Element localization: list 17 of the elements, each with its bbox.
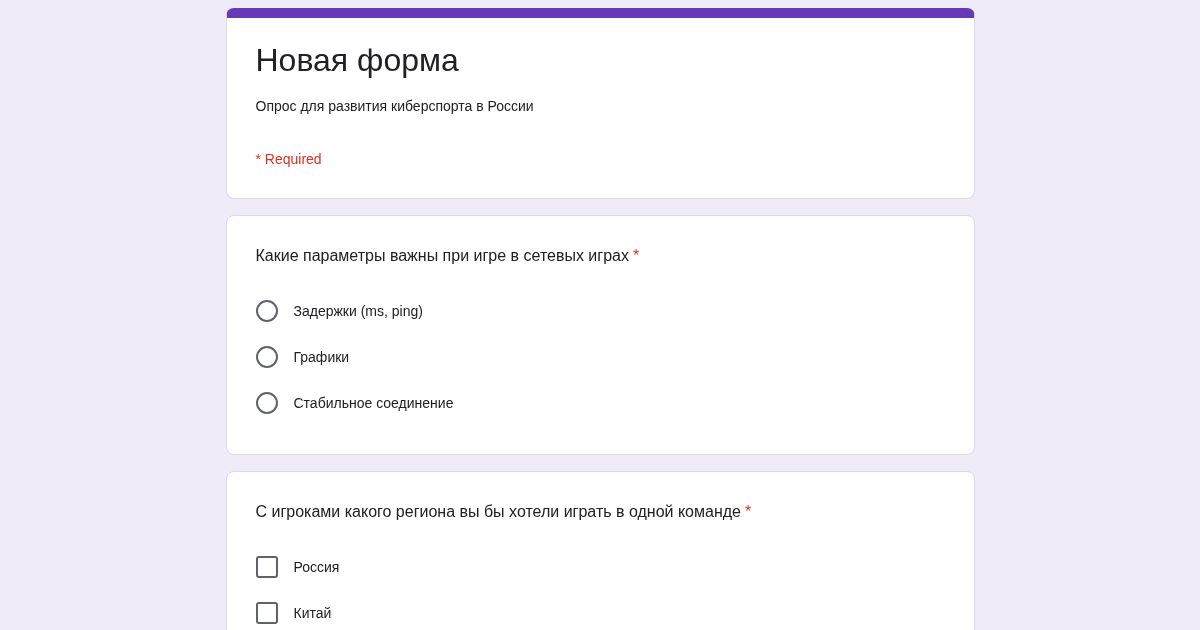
required-note: * Required bbox=[255, 150, 323, 169]
form-title: Новая форма bbox=[255, 41, 460, 80]
form-description: Опрос для развития киберспорта в России bbox=[255, 97, 535, 116]
checkbox[interactable] bbox=[255, 602, 278, 624]
radio-button[interactable] bbox=[255, 300, 278, 322]
radio-button[interactable] bbox=[255, 346, 278, 368]
required-asterisk: * bbox=[745, 502, 752, 522]
radio-button[interactable] bbox=[255, 392, 278, 414]
required-asterisk: * bbox=[632, 246, 640, 266]
option-label: Графики bbox=[293, 347, 350, 367]
option-label: Россия bbox=[293, 557, 340, 577]
checkbox[interactable] bbox=[255, 556, 278, 578]
option-label: Задержки (ms, ping) bbox=[293, 301, 423, 321]
question-title: С игроками какого региона вы бы хотели играть в одной команде bbox=[255, 502, 741, 522]
option-label: Стабильное соединение bbox=[293, 393, 454, 413]
question-title: Какие параметры важны при игре в сетевых играх bbox=[255, 246, 629, 266]
option-label: Китай bbox=[293, 603, 332, 623]
